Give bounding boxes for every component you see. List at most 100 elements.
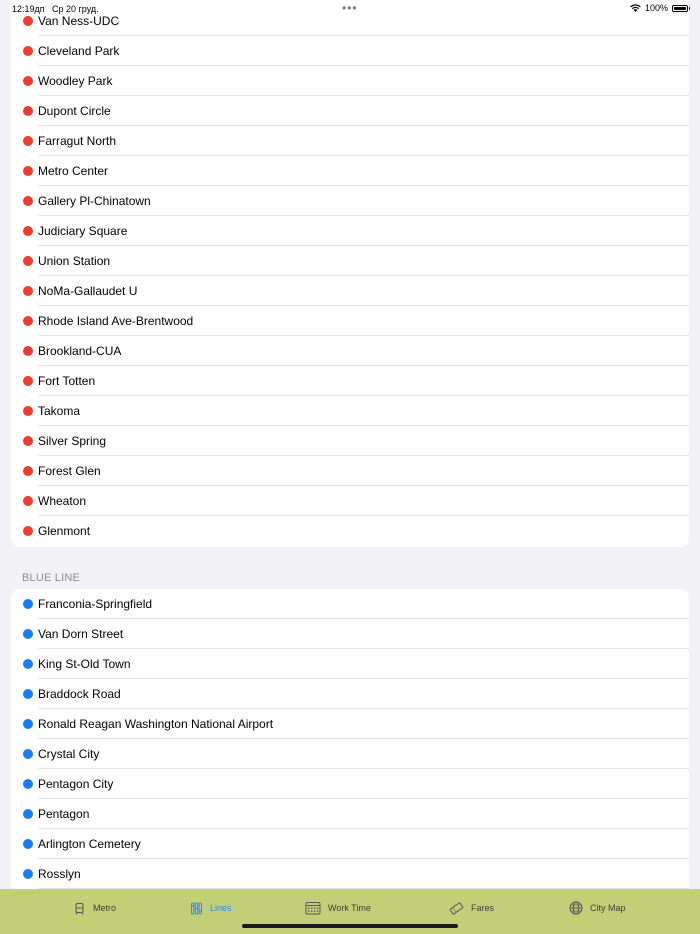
station-name: Rhode Island Ave-Brentwood xyxy=(38,314,194,328)
line-color-dot-icon xyxy=(23,286,33,296)
battery-icon xyxy=(672,4,690,12)
station-row[interactable]: Braddock Road xyxy=(11,679,689,709)
station-name: Gallery Pl-Chinatown xyxy=(38,194,151,208)
line-color-dot-icon xyxy=(23,106,33,116)
station-row[interactable]: King St-Old Town xyxy=(11,649,689,679)
station-row[interactable]: Franconia-Springfield xyxy=(11,589,689,619)
station-row[interactable]: Rosslyn xyxy=(11,859,689,889)
station-row[interactable]: Glenmont xyxy=(11,516,689,546)
line-color-dot-icon xyxy=(23,629,33,639)
station-name: Wheaton xyxy=(38,494,87,508)
station-row[interactable]: Arlington Cemetery xyxy=(11,829,689,859)
station-name: Union Station xyxy=(38,254,111,268)
line-color-dot-icon xyxy=(23,466,33,476)
line-color-dot-icon xyxy=(23,839,33,849)
line-color-dot-icon xyxy=(23,226,33,236)
line-color-dot-icon xyxy=(23,16,33,26)
station-row[interactable]: Union Station xyxy=(11,246,689,276)
station-row[interactable]: Judiciary Square xyxy=(11,216,689,246)
station-name: Crystal City xyxy=(38,747,100,761)
station-name: Franconia-Springfield xyxy=(38,597,153,611)
tab-lines-label: Lines xyxy=(210,903,232,913)
battery-percent: 100% xyxy=(644,3,668,13)
tab-work-time-label: Work Time xyxy=(328,903,371,913)
station-row[interactable]: Fort Totten xyxy=(11,366,689,396)
station-name: Ronald Reagan Washington National Airpor… xyxy=(38,717,274,731)
line-color-dot-icon xyxy=(23,196,33,206)
status-bar: 12:19дп Ср 20 груд. ••• 100% xyxy=(0,0,700,17)
multitasking-dots-icon[interactable]: ••• xyxy=(342,1,358,15)
line-color-dot-icon xyxy=(23,749,33,759)
line-color-dot-icon xyxy=(23,166,33,176)
tab-city-map[interactable]: City Map xyxy=(569,900,626,916)
line-color-dot-icon xyxy=(23,496,33,506)
station-row[interactable]: Crystal City xyxy=(11,739,689,769)
train-icon xyxy=(75,902,84,915)
line-color-dot-icon xyxy=(23,346,33,356)
calendar-icon xyxy=(305,902,321,915)
line-color-dot-icon xyxy=(23,406,33,416)
station-row[interactable]: Brookland-CUA xyxy=(11,336,689,366)
station-name: Metro Center xyxy=(38,164,109,178)
station-row[interactable]: Rhode Island Ave-Brentwood xyxy=(11,306,689,336)
line-color-dot-icon xyxy=(23,659,33,669)
station-name: Cleveland Park xyxy=(38,44,120,58)
station-row[interactable]: Gallery Pl-Chinatown xyxy=(11,186,689,216)
status-right: 100% xyxy=(630,3,690,13)
station-name: King St-Old Town xyxy=(38,657,131,671)
line-color-dot-icon xyxy=(23,256,33,266)
station-name: Pentagon City xyxy=(38,777,114,791)
station-row[interactable]: Pentagon City xyxy=(11,769,689,799)
station-row[interactable]: Ronald Reagan Washington National Airpor… xyxy=(11,709,689,739)
station-row[interactable]: Pentagon xyxy=(11,799,689,829)
status-date: Ср 20 груд. xyxy=(52,4,99,14)
station-name: Silver Spring xyxy=(38,434,107,448)
station-name: Forest Glen xyxy=(38,464,101,478)
station-row[interactable]: NoMa-Gallaudet U xyxy=(11,276,689,306)
tab-fares-label: Fares xyxy=(471,903,495,913)
tab-metro-label: Metro xyxy=(93,903,117,913)
station-name: Braddock Road xyxy=(38,687,121,701)
station-row[interactable]: Cleveland Park xyxy=(11,36,689,66)
station-row[interactable]: Farragut North xyxy=(11,126,689,156)
wifi-icon xyxy=(630,4,641,12)
station-row[interactable]: Dupont Circle xyxy=(11,96,689,126)
station-row[interactable]: Metro Center xyxy=(11,156,689,186)
blue-line-card: Franconia-Springfield Van Dorn Street King… xyxy=(11,589,689,909)
station-name: Dupont Circle xyxy=(38,104,111,118)
line-color-dot-icon xyxy=(23,719,33,729)
line-color-dot-icon xyxy=(23,136,33,146)
station-row[interactable]: Takoma xyxy=(11,396,689,426)
tab-lines[interactable]: Lines xyxy=(190,900,232,916)
line-color-dot-icon xyxy=(23,46,33,56)
line-color-dot-icon xyxy=(23,599,33,609)
station-name: Judiciary Square xyxy=(38,224,128,238)
home-indicator[interactable] xyxy=(242,924,458,928)
lines-icon xyxy=(191,902,203,914)
station-row[interactable]: Forest Glen xyxy=(11,456,689,486)
line-color-dot-icon xyxy=(23,316,33,326)
tab-work-time[interactable]: Work Time xyxy=(305,900,371,916)
station-name: Woodley Park xyxy=(38,74,113,88)
line-color-dot-icon xyxy=(23,779,33,789)
station-row[interactable]: Silver Spring xyxy=(11,426,689,456)
station-row[interactable]: Woodley Park xyxy=(11,66,689,96)
ticket-icon xyxy=(449,901,464,915)
station-row[interactable]: Wheaton xyxy=(11,486,689,516)
station-name: Farragut North xyxy=(38,134,117,148)
tab-metro[interactable]: Metro xyxy=(73,900,116,916)
station-name: NoMa-Gallaudet U xyxy=(38,284,138,298)
line-color-dot-icon xyxy=(23,869,33,879)
status-time: 12:19дп xyxy=(12,4,45,14)
station-name: Brookland-CUA xyxy=(38,344,122,358)
station-name: Glenmont xyxy=(38,524,91,538)
line-color-dot-icon xyxy=(23,76,33,86)
station-name: Pentagon xyxy=(38,807,90,821)
station-name: Takoma xyxy=(38,404,81,418)
tab-fares[interactable]: Fares xyxy=(449,900,494,916)
station-name: Rosslyn xyxy=(38,867,81,881)
line-color-dot-icon xyxy=(23,809,33,819)
station-name: Van Dorn Street xyxy=(38,627,124,641)
line-color-dot-icon xyxy=(23,376,33,386)
station-row[interactable]: Van Dorn Street xyxy=(11,619,689,649)
